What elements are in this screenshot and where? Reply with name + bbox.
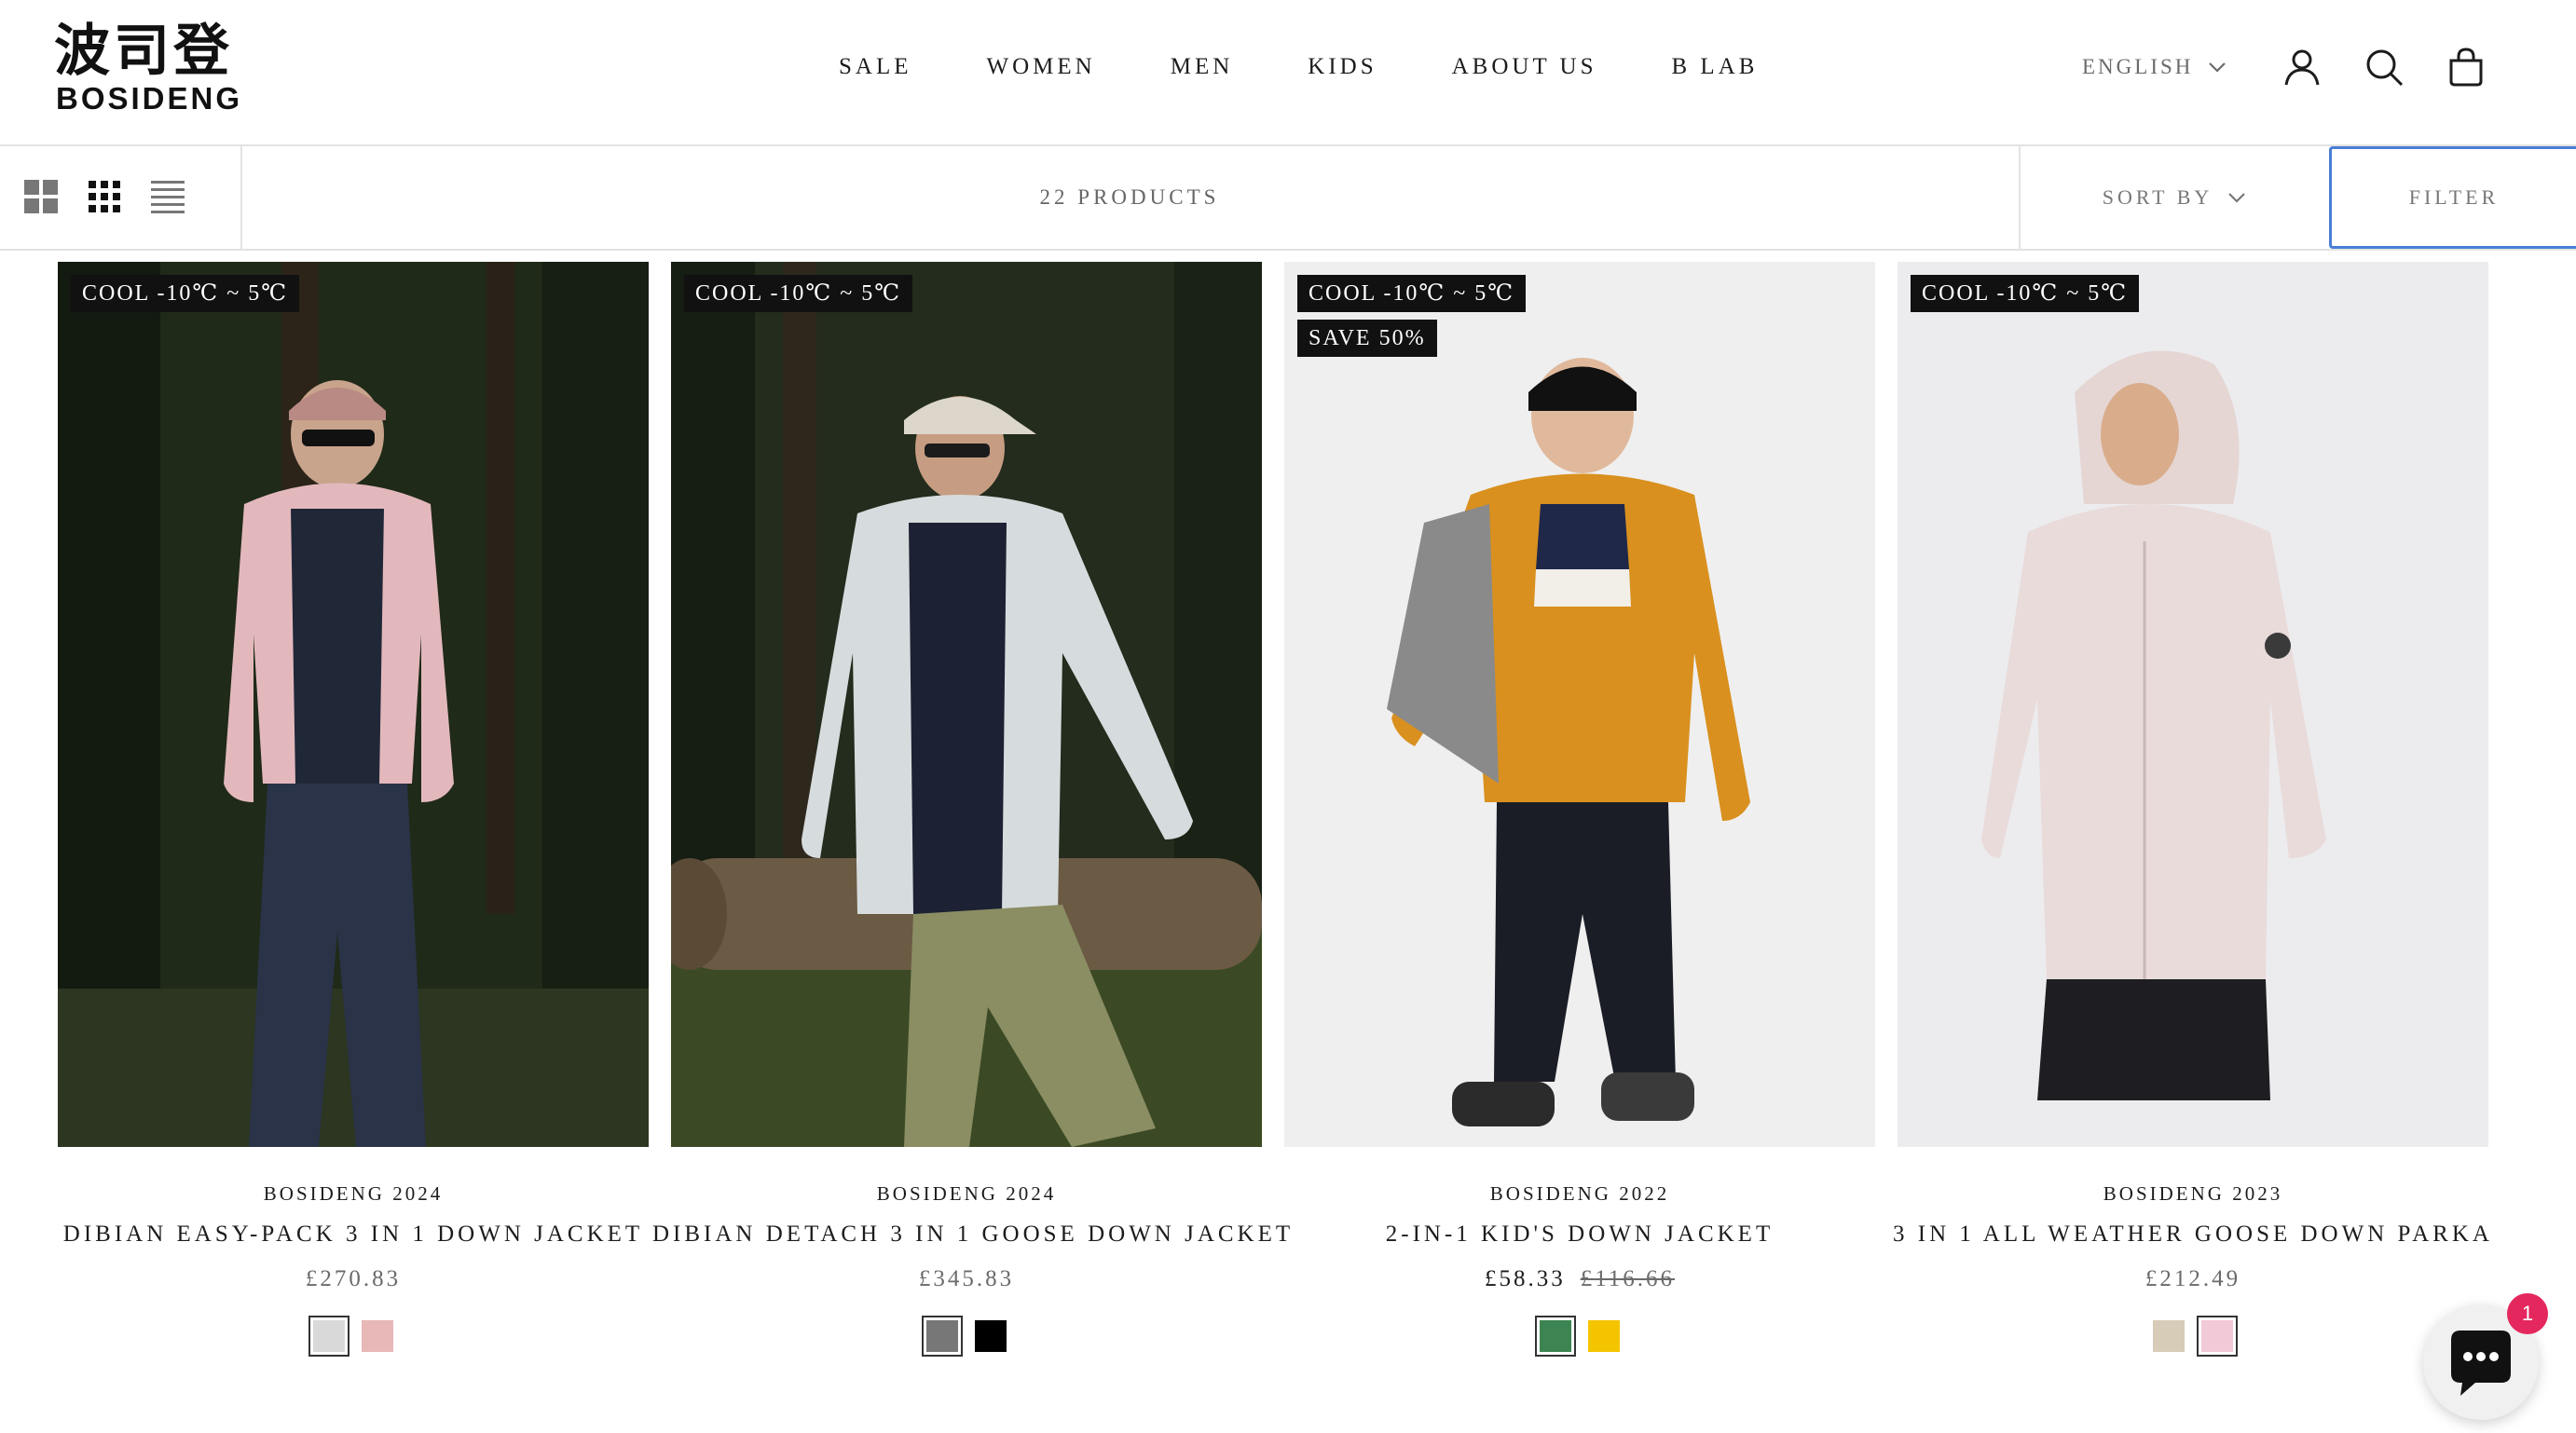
nav-about-us[interactable]: ABOUT US	[1452, 48, 1597, 86]
product-brand: BOSIDENG 2024	[263, 1182, 444, 1205]
nav-men[interactable]: MEN	[1171, 48, 1234, 86]
color-swatch-grey[interactable]	[922, 1316, 963, 1357]
language-label: ENGLISH	[2082, 55, 2194, 78]
product-price: £270.83	[305, 1266, 402, 1291]
nav-sale[interactable]: SALE	[839, 48, 912, 86]
product-title[interactable]: DIBIAN EASY-PACK 3 IN 1 DOWN JACKET	[39, 1221, 667, 1248]
nav-b-lab[interactable]: B LAB	[1672, 48, 1759, 86]
product-image[interactable]: COOL -10℃ ~ 5℃	[58, 262, 649, 1147]
product-image[interactable]: COOL -10℃ ~ 5℃	[671, 262, 1262, 1147]
collection-toolbar: 22 PRODUCTS SORT BY FILTER	[0, 146, 2576, 251]
nav-women[interactable]: WOMEN	[987, 48, 1096, 86]
chevron-down-icon	[2209, 62, 2227, 73]
grid-small-icon[interactable]	[86, 178, 123, 215]
discount-badge: SAVE 50%	[1297, 320, 1437, 357]
account-icon[interactable]	[2281, 47, 2323, 88]
logo-english-text: BOSIDENG	[56, 81, 243, 116]
color-swatch-yellow[interactable]	[1588, 1320, 1620, 1352]
color-swatch-light-pink[interactable]	[2197, 1316, 2238, 1357]
product-title[interactable]: 2-IN-1 KID'S DOWN JACKET	[1266, 1221, 1894, 1248]
color-swatch-beige[interactable]	[2153, 1320, 2185, 1352]
main-nav: SALE WOMEN MEN KIDS ABOUT US B LAB	[839, 48, 1758, 86]
product-price-row: £270.83	[58, 1266, 649, 1292]
chevron-down-icon	[2228, 193, 2246, 203]
product-price: £212.49	[2144, 1266, 2241, 1291]
product-original-price: £116.66	[1580, 1266, 1676, 1291]
color-swatches	[58, 1316, 649, 1357]
language-selector[interactable]: ENGLISH	[2082, 48, 2227, 86]
product-price-row: £345.83	[671, 1266, 1262, 1292]
product-brand: BOSIDENG 2023	[2103, 1182, 2283, 1205]
product-badge: COOL -10℃ ~ 5℃	[684, 275, 913, 312]
list-icon[interactable]	[149, 178, 186, 215]
color-swatch-pink[interactable]	[362, 1320, 393, 1352]
site-header: 波司登 BOSIDENG SALE WOMEN MEN KIDS ABOUT U…	[0, 0, 2576, 146]
sort-by-button[interactable]: SORT BY	[2021, 146, 2328, 249]
product-count: 22 PRODUCTS	[1039, 185, 1220, 209]
product-badge: COOL -10℃ ~ 5℃	[1911, 275, 2140, 312]
product-price: £345.83	[918, 1266, 1015, 1291]
cart-icon[interactable]	[2446, 47, 2487, 88]
product-price-row: £212.49	[1898, 1266, 2488, 1292]
color-swatches	[1898, 1316, 2488, 1357]
product-badge: COOL -10℃ ~ 5℃	[71, 275, 300, 312]
product-title[interactable]: DIBIAN DETACH 3 IN 1 GOOSE DOWN JACKET	[652, 1221, 1290, 1248]
logo-chinese-text: 波司登	[54, 19, 233, 84]
color-swatch-black[interactable]	[975, 1320, 1007, 1352]
color-swatch-light-grey[interactable]	[308, 1316, 349, 1357]
filter-button[interactable]: FILTER	[2329, 146, 2576, 249]
product-title[interactable]: 3 IN 1 ALL WEATHER GOOSE DOWN PARKA	[1879, 1221, 2507, 1248]
grid-large-icon[interactable]	[22, 178, 60, 215]
color-swatch-green[interactable]	[1535, 1316, 1576, 1357]
product-badge: COOL -10℃ ~ 5℃	[1297, 275, 1527, 312]
color-swatches	[671, 1316, 1262, 1357]
product-brand: BOSIDENG 2022	[1489, 1182, 1670, 1205]
sort-by-label: SORT BY	[2102, 185, 2213, 209]
chat-unread-badge: 1	[2507, 1293, 2548, 1334]
bosideng-logo[interactable]: 波司登 BOSIDENG	[54, 20, 287, 117]
nav-kids[interactable]: KIDS	[1308, 48, 1377, 86]
product-sale-price: £58.33	[1484, 1266, 1566, 1291]
search-icon[interactable]	[2364, 47, 2405, 88]
product-price-row: £58.33 £116.66	[1284, 1266, 1875, 1292]
color-swatches	[1284, 1316, 1875, 1357]
product-brand: BOSIDENG 2024	[876, 1182, 1057, 1205]
product-image[interactable]: COOL -10℃ ~ 5℃ SAVE 50%	[1284, 262, 1875, 1147]
product-image[interactable]: COOL -10℃ ~ 5℃	[1898, 262, 2488, 1147]
